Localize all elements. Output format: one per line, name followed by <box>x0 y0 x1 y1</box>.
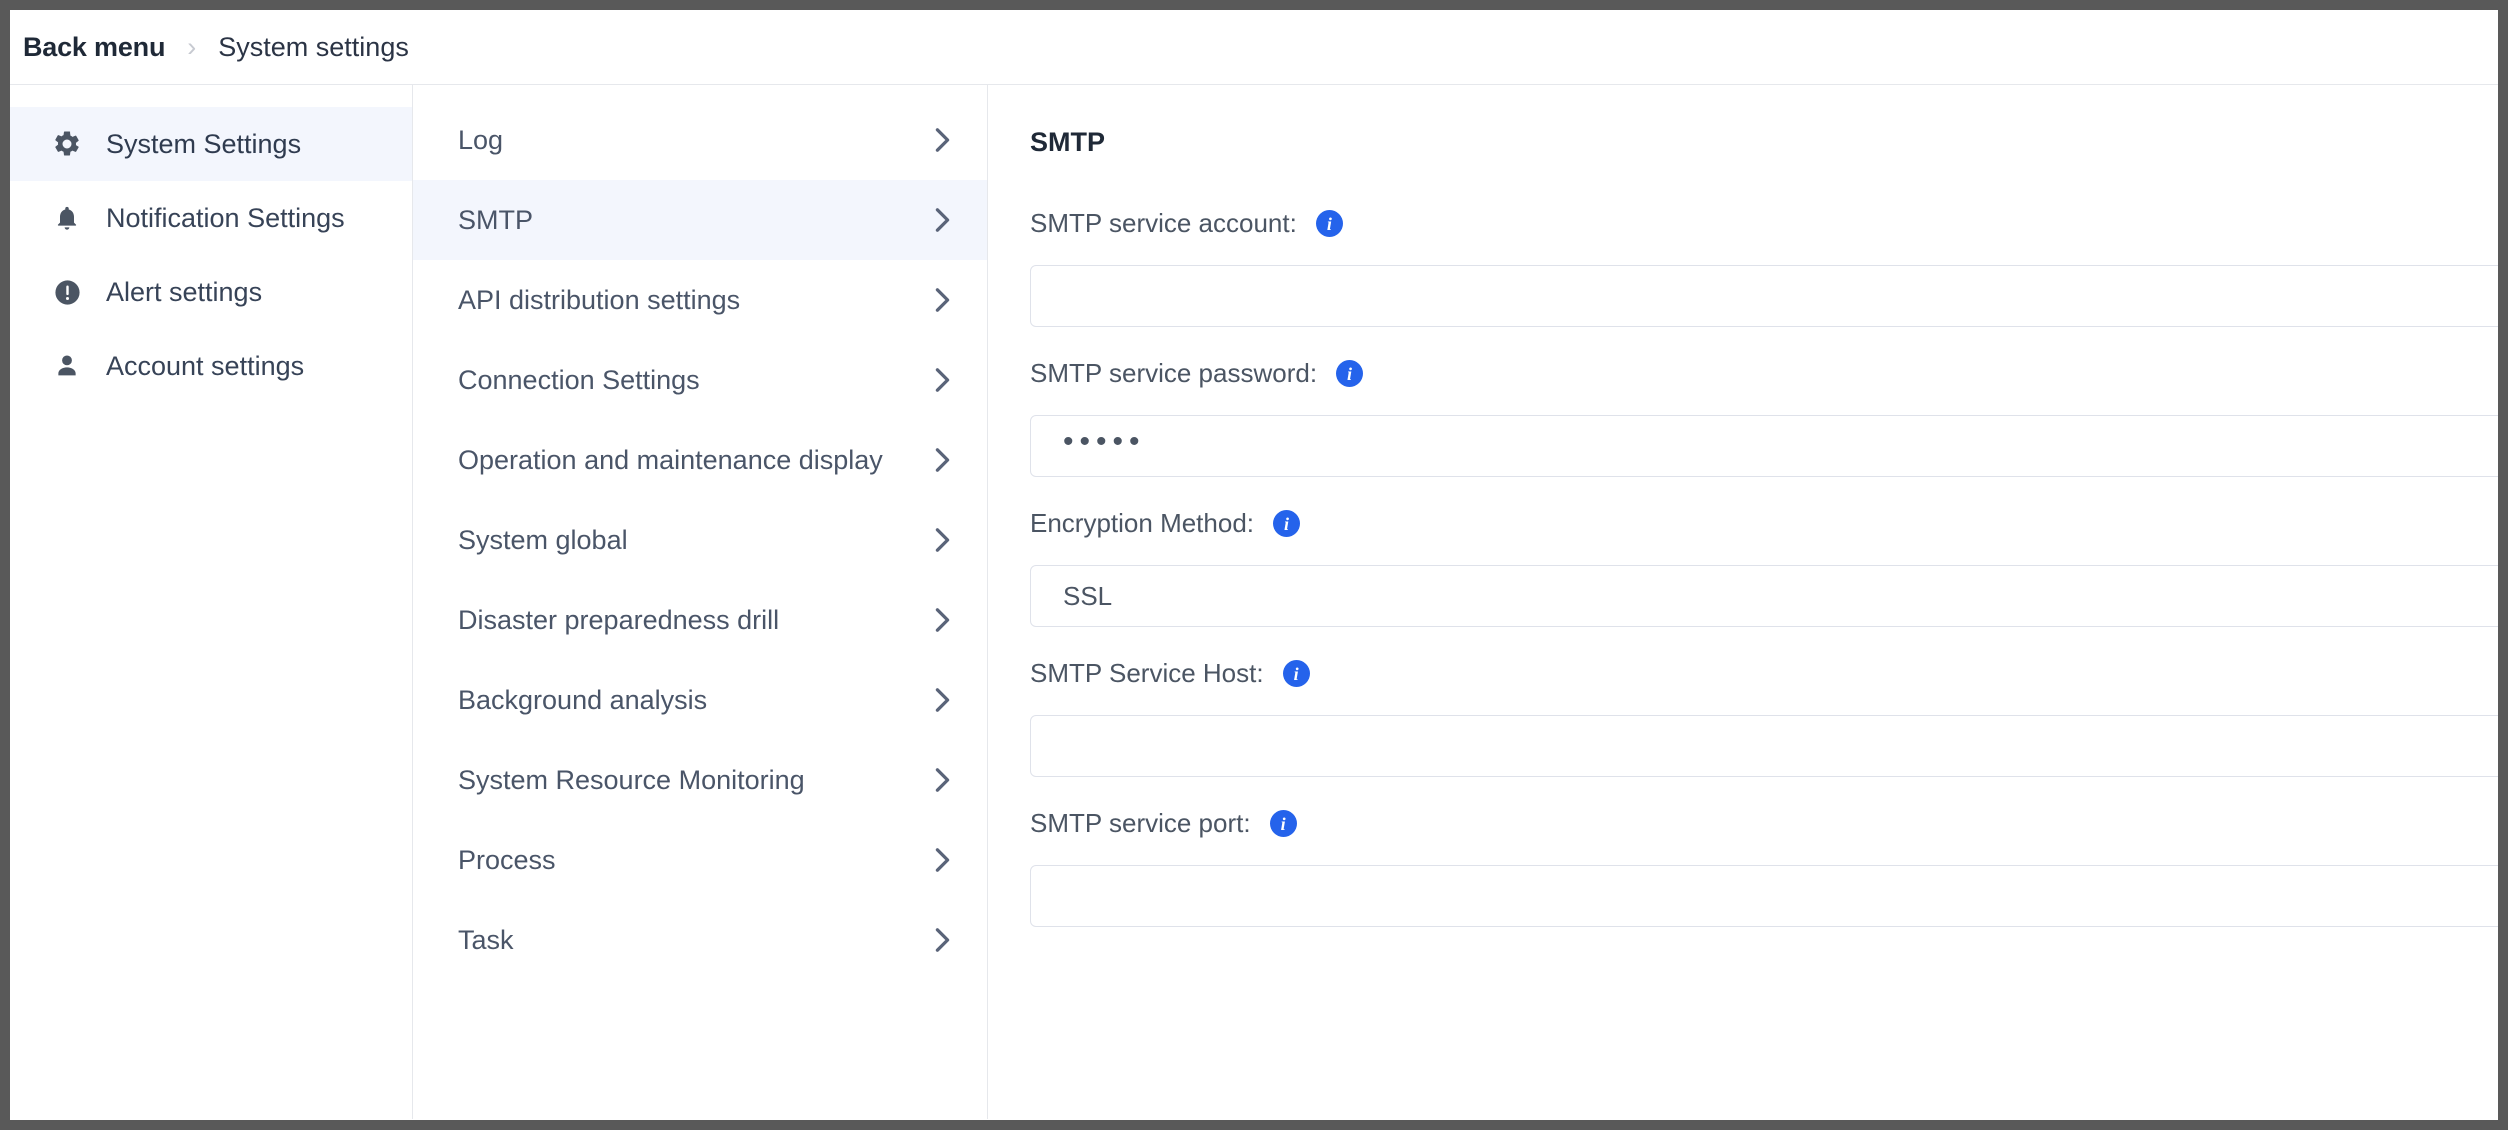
field-label-row: Encryption Method: i <box>1030 508 2498 539</box>
sidebar-item-label: Notification Settings <box>106 202 345 233</box>
sidebar-item-notification-settings[interactable]: Notification Settings <box>10 181 412 255</box>
field-smtp-service-password: SMTP service password: i ••••• <box>1030 358 2498 477</box>
midlist-item-label: Task <box>458 924 514 955</box>
chevron-right-icon <box>934 126 951 154</box>
chevron-right-icon <box>934 286 951 314</box>
primary-sidebar: System Settings Notification Settings Al… <box>10 85 413 1119</box>
midlist-item-label: System Resource Monitoring <box>458 764 805 795</box>
bell-icon <box>52 203 82 233</box>
sidebar-item-account-settings[interactable]: Account settings <box>10 329 412 403</box>
midlist-item-label: Operation and maintenance display <box>458 444 883 475</box>
field-label-row: SMTP service port: i <box>1030 808 2498 839</box>
field-label-row: SMTP service password: i <box>1030 358 2498 389</box>
sidebar-item-system-settings[interactable]: System Settings <box>10 107 412 181</box>
application-window: Back menu › System settings System Setti… <box>10 10 2498 1120</box>
midlist-item-label: Background analysis <box>458 684 708 715</box>
field-label-row: SMTP service account: i <box>1030 208 2498 239</box>
midlist-item-disaster-preparedness-drill[interactable]: Disaster preparedness drill <box>413 580 987 660</box>
breadcrumb-back-menu-link[interactable]: Back menu <box>23 32 165 63</box>
smtp-service-host-input[interactable] <box>1030 715 2498 777</box>
panel-title: SMTP <box>1030 127 1106 157</box>
encryption-method-select[interactable]: SSL <box>1030 565 2498 627</box>
field-label: Encryption Method: <box>1030 508 1255 538</box>
field-smtp-service-port: SMTP service port: i <box>1030 808 2498 927</box>
chevron-right-icon <box>934 526 951 554</box>
field-smtp-service-host: SMTP Service Host: i <box>1030 658 2498 777</box>
midlist-item-label: Disaster preparedness drill <box>458 604 780 635</box>
chevron-right-icon <box>934 686 951 714</box>
midlist-item-label: System global <box>458 524 628 555</box>
smtp-service-password-input[interactable]: ••••• <box>1030 415 2498 477</box>
chevron-right-icon <box>934 926 951 954</box>
midlist-item-label: Connection Settings <box>458 364 700 395</box>
midlist-item-task[interactable]: Task <box>413 900 987 980</box>
midlist-item-operation-and-maintenance-display[interactable]: Operation and maintenance display <box>413 420 987 500</box>
person-icon <box>52 351 82 381</box>
midlist-item-system-resource-monitoring[interactable]: System Resource Monitoring <box>413 740 987 820</box>
midlist-item-label: API distribution settings <box>458 284 741 315</box>
info-icon[interactable]: i <box>1336 360 1364 387</box>
midlist-item-label: Log <box>458 124 504 155</box>
settings-category-list: Log SMTP API distribution settings Conne… <box>413 85 988 1119</box>
field-encryption-method: Encryption Method: i SSL <box>1030 508 2498 627</box>
main-content-area: System Settings Notification Settings Al… <box>10 85 2498 1119</box>
chevron-right-icon <box>934 446 951 474</box>
breadcrumb-current-page: System settings <box>218 31 409 62</box>
gear-icon <box>52 129 82 159</box>
field-smtp-service-account: SMTP service account: i <box>1030 208 2498 327</box>
chevron-right-icon <box>934 766 951 794</box>
info-icon[interactable]: i <box>1315 210 1343 237</box>
sidebar-item-label: Account settings <box>106 350 305 381</box>
midlist-item-label: SMTP <box>458 204 534 235</box>
field-label: SMTP service account: <box>1030 208 1297 238</box>
field-label: SMTP service port: <box>1030 808 1251 838</box>
midlist-item-connection-settings[interactable]: Connection Settings <box>413 340 987 420</box>
sidebar-item-label: System Settings <box>106 128 302 159</box>
midlist-item-system-global[interactable]: System global <box>413 500 987 580</box>
field-label: SMTP Service Host: <box>1030 658 1264 688</box>
midlist-item-background-analysis[interactable]: Background analysis <box>413 660 987 740</box>
info-icon[interactable]: i <box>1282 660 1310 687</box>
breadcrumb-separator-icon: › <box>187 31 197 62</box>
chevron-right-icon <box>934 206 951 234</box>
midlist-item-process[interactable]: Process <box>413 820 987 900</box>
midlist-item-api-distribution-settings[interactable]: API distribution settings <box>413 260 987 340</box>
chevron-right-icon <box>934 366 951 394</box>
chevron-right-icon <box>934 606 951 634</box>
midlist-item-log[interactable]: Log <box>413 100 987 180</box>
sidebar-item-alert-settings[interactable]: Alert settings <box>10 255 412 329</box>
midlist-item-label: Process <box>458 844 556 875</box>
smtp-settings-panel: SMTP SMTP service account: i SMTP servic… <box>988 85 2498 1119</box>
info-icon[interactable]: i <box>1273 510 1301 537</box>
midlist-item-smtp[interactable]: SMTP <box>413 180 987 260</box>
alert-icon <box>52 277 82 307</box>
smtp-service-account-input[interactable] <box>1030 265 2498 327</box>
sidebar-item-label: Alert settings <box>106 276 263 307</box>
chevron-right-icon <box>934 846 951 874</box>
field-label: SMTP service password: <box>1030 358 1318 388</box>
breadcrumb: Back menu › System settings <box>10 10 2498 85</box>
info-icon[interactable]: i <box>1269 810 1297 837</box>
smtp-service-port-input[interactable] <box>1030 865 2498 927</box>
field-label-row: SMTP Service Host: i <box>1030 658 2498 689</box>
